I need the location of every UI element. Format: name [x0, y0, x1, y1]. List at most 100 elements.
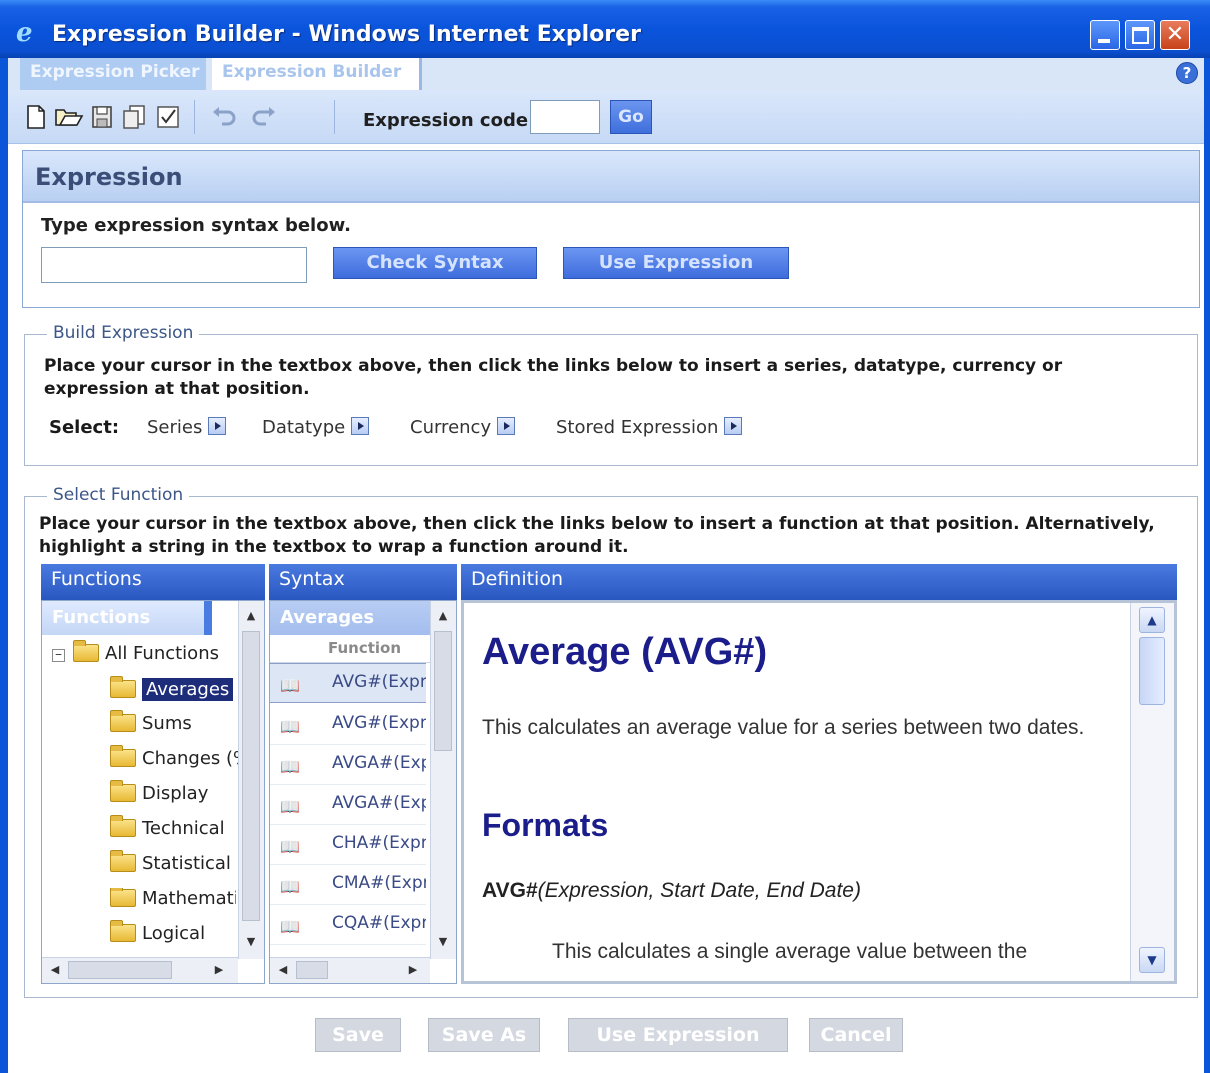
definition-title: Average (AVG#) [482, 631, 768, 673]
datatype-link-label: Datatype [262, 417, 346, 438]
syntax-row[interactable]: 📖 CMA#(Expr [270, 865, 426, 905]
expand-arrow-icon [208, 417, 227, 435]
tree-item-mathematical[interactable]: Mathematical [110, 888, 236, 909]
scroll-right-icon[interactable]: ▶ [210, 960, 228, 980]
scroll-left-icon[interactable]: ◀ [46, 960, 64, 980]
undo-icon[interactable] [210, 104, 240, 130]
scroll-down-icon[interactable]: ▼ [242, 931, 260, 953]
functions-horizontal-scrollbar[interactable]: ◀ ▶ [42, 957, 238, 983]
tree-item-label: Technical [142, 818, 225, 839]
footer-use-expression-button[interactable]: Use Expression [568, 1018, 788, 1052]
open-icon[interactable] [54, 104, 84, 130]
functions-vertical-scrollbar[interactable]: ▲ ▼ [238, 601, 264, 959]
scroll-right-icon[interactable]: ▶ [404, 960, 422, 980]
syntax-row[interactable]: 📖 CQA#(Expr [270, 905, 426, 945]
expression-input[interactable] [41, 247, 307, 283]
syntax-row-text: CHA#(Expr [332, 833, 426, 853]
syntax-row[interactable]: 📖 AVG#(Expr [270, 663, 426, 703]
expression-code-input[interactable] [530, 100, 600, 134]
page-content: Expression Picker Expression Builder ? E… [8, 58, 1204, 1073]
scrollbar-thumb[interactable] [68, 961, 172, 979]
build-expression-group: Build Expression Place your cursor in th… [24, 323, 1198, 466]
close-button[interactable]: ✕ [1160, 20, 1190, 50]
scrollbar-thumb[interactable] [242, 631, 260, 921]
tree-item-statistical[interactable]: Statistical [110, 850, 231, 874]
new-icon[interactable] [24, 104, 48, 130]
syntax-row[interactable]: 📖 AVG#(Expr [270, 705, 426, 745]
series-link-label: Series [147, 417, 203, 438]
scroll-up-icon[interactable]: ▲ [434, 605, 452, 627]
browser-window: e Expression Builder - Windows Internet … [0, 0, 1210, 1073]
scrollbar-thumb[interactable] [1139, 637, 1165, 705]
syntax-column-label-row: Function [270, 635, 430, 663]
tab-bar: Expression Picker Expression Builder ? [8, 58, 1204, 90]
scroll-up-icon[interactable]: ▲ [1139, 607, 1165, 633]
tab-expression-builder[interactable]: Expression Builder [212, 58, 422, 90]
functions-column-header: Functions [41, 564, 265, 600]
copy-icon[interactable] [120, 104, 150, 130]
scroll-down-icon[interactable]: ▼ [434, 931, 452, 953]
stored-expression-link[interactable]: Stored Expression [556, 417, 743, 438]
cancel-button[interactable]: Cancel [809, 1018, 903, 1052]
syntax-row-text: AVG#(Expr [332, 672, 426, 692]
tree-item-sums[interactable]: Sums [110, 710, 192, 734]
tree-item-display[interactable]: Display [110, 780, 209, 804]
folder-icon [110, 850, 136, 872]
syntax-horizontal-scrollbar[interactable]: ◀ ▶ [270, 957, 430, 983]
tree-item-averages[interactable]: Averages [110, 676, 234, 701]
scroll-left-icon[interactable]: ◀ [274, 960, 292, 980]
select-function-legend: Select Function [47, 485, 190, 505]
format-description: This calculates a single average value b… [552, 940, 1028, 963]
expand-arrow-icon [497, 417, 516, 435]
formats-heading: Formats [482, 807, 609, 843]
build-expression-legend: Build Expression [47, 323, 200, 343]
expand-arrow-icon [724, 417, 743, 435]
syntax-row[interactable]: 📖 CHA#(Expr [270, 825, 426, 865]
maximize-button[interactable] [1125, 20, 1155, 50]
use-expression-button[interactable]: Use Expression [563, 247, 789, 279]
tree-item-logical[interactable]: Logical [110, 920, 205, 944]
tree-item-label: Display [142, 783, 209, 804]
definition-vertical-scrollbar[interactable]: ▲ ▼ [1130, 603, 1174, 981]
currency-link[interactable]: Currency [410, 417, 516, 438]
syntax-vertical-scrollbar[interactable]: ▲ ▼ [430, 601, 456, 959]
datatype-link[interactable]: Datatype [262, 417, 370, 438]
syntax-row[interactable]: 📖 AVGA#(Exp [270, 745, 426, 785]
ie-logo-icon: e [16, 18, 33, 48]
toolbar-separator [194, 100, 195, 134]
check-syntax-button[interactable]: Check Syntax [333, 247, 537, 279]
save-icon[interactable] [90, 104, 114, 130]
window-title: Expression Builder - Windows Internet Ex… [52, 22, 641, 47]
format-arguments: (Expression, Start Date, End Date) [537, 879, 861, 902]
save-as-button[interactable]: Save As [428, 1018, 540, 1052]
collapse-icon[interactable]: − [52, 649, 65, 662]
series-link[interactable]: Series [147, 417, 227, 438]
tab-expression-picker[interactable]: Expression Picker [20, 58, 206, 90]
folder-icon [110, 888, 136, 907]
select-function-instruction: Place your cursor in the textbox above, … [39, 514, 1155, 557]
book-icon: 📖 [280, 877, 300, 896]
expression-instruction: Type expression syntax below. [41, 215, 351, 236]
scrollbar-thumb[interactable] [434, 631, 452, 751]
scroll-up-icon[interactable]: ▲ [242, 605, 260, 627]
syntax-list-panel: Averages Function 📖 AVG#(Expr 📖 AVG#(Expr … [269, 600, 457, 984]
check-icon[interactable] [156, 104, 180, 130]
minimize-button[interactable] [1090, 20, 1120, 50]
tree-item-label: Changes (% [142, 748, 251, 769]
definition-column-header: Definition [461, 564, 1177, 600]
scroll-down-icon[interactable]: ▼ [1139, 947, 1165, 973]
syntax-row[interactable]: 📖 AVGA#(Exp [270, 785, 426, 825]
tree-item-label: Mathematical [142, 888, 236, 909]
scrollbar-thumb[interactable] [296, 961, 328, 979]
tree-root-all-functions[interactable]: − All Functions [52, 640, 219, 664]
folder-icon [110, 920, 136, 942]
save-button[interactable]: Save [315, 1018, 401, 1052]
build-expression-instruction: Place your cursor in the textbox above, … [44, 356, 1063, 399]
redo-icon[interactable] [248, 104, 278, 130]
tree-item-changes[interactable]: Changes (% [110, 745, 251, 769]
go-button[interactable]: Go [610, 100, 652, 134]
tree-item-technical[interactable]: Technical [110, 815, 225, 839]
subheader-divider [204, 601, 212, 635]
help-icon[interactable]: ? [1176, 62, 1198, 84]
title-bar[interactable]: e Expression Builder - Windows Internet … [0, 0, 1210, 58]
